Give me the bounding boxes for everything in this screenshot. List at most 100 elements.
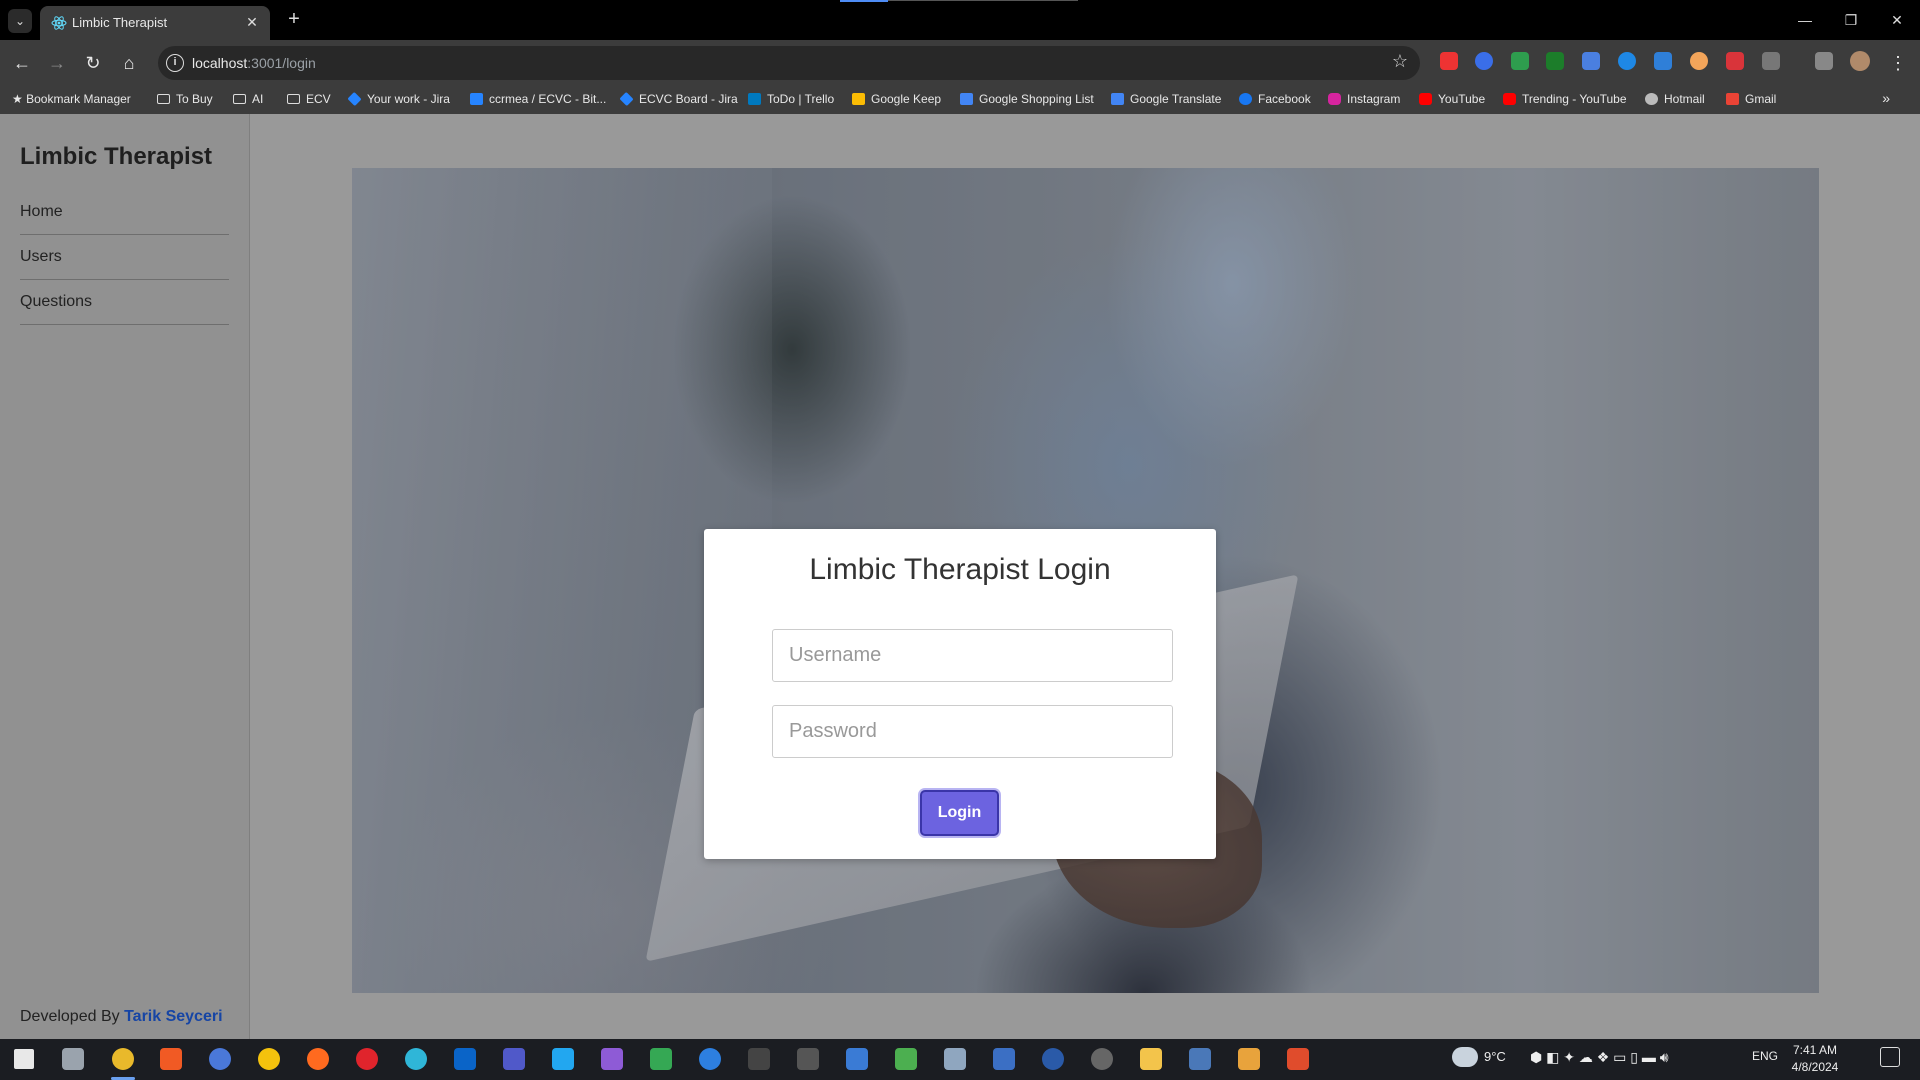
new-tab-button[interactable]: +: [282, 8, 306, 32]
tab-search-button[interactable]: ⌄: [8, 9, 32, 33]
clock-date: 4/8/2024: [1791, 1060, 1839, 1074]
bookmark-bitbucket[interactable]: ccrmea / ECVC - Bit...: [470, 92, 606, 106]
back-arrow-icon[interactable]: ←: [8, 49, 36, 77]
bookmark-manager[interactable]: ★ Bookmark Manager: [12, 92, 131, 106]
bitbucket-icon: [470, 93, 483, 105]
jira-icon: [347, 91, 362, 107]
chrome-beta-icon[interactable]: [209, 1048, 231, 1070]
side-panel-icon[interactable]: [1815, 52, 1833, 70]
visual-studio-icon[interactable]: [601, 1048, 623, 1070]
bookmark-folder-to-buy[interactable]: To Buy: [157, 92, 213, 106]
extension-cloud-icon[interactable]: [1654, 52, 1672, 70]
profile-avatar[interactable]: [1850, 51, 1870, 71]
sidebar-item-users[interactable]: Users: [20, 235, 229, 280]
teams-icon[interactable]: [503, 1048, 525, 1070]
folder-icon: [287, 94, 300, 104]
close-window-button[interactable]: ✕: [1882, 8, 1912, 32]
opera-icon[interactable]: [356, 1048, 378, 1070]
sql-server-icon[interactable]: [993, 1048, 1015, 1070]
extension-green-icon[interactable]: [1511, 52, 1529, 70]
outlook-icon[interactable]: [454, 1048, 476, 1070]
bookmark-hotmail[interactable]: Hotmail: [1645, 92, 1705, 106]
tray-icons[interactable]: ⬢ ◧ ✦ ☁ ❖ ▭ ▯ ▬ 🔊︎: [1530, 1049, 1669, 1066]
restore-button[interactable]: ❐: [1836, 8, 1866, 32]
translate-icon: [1111, 93, 1124, 105]
browser-tab-active[interactable]: Limbic Therapist ✕: [40, 6, 270, 40]
folder-app-icon[interactable]: [1238, 1048, 1260, 1070]
extension-bw-icon[interactable]: [1546, 52, 1564, 70]
chart-app-icon[interactable]: [650, 1048, 672, 1070]
login-button[interactable]: Login: [920, 790, 999, 836]
device-manager-icon[interactable]: [944, 1048, 966, 1070]
git-icon[interactable]: [1287, 1048, 1309, 1070]
bookmarks-overflow-icon[interactable]: »: [1882, 90, 1890, 106]
word-icon[interactable]: [1042, 1048, 1064, 1070]
bookmark-trello[interactable]: ToDo | Trello: [748, 92, 834, 106]
obs-icon[interactable]: [1091, 1048, 1113, 1070]
extensions-puzzle-icon[interactable]: [1762, 52, 1780, 70]
terminal-icon[interactable]: [748, 1048, 770, 1070]
file-explorer-icon[interactable]: [1140, 1048, 1162, 1070]
notifications-icon[interactable]: [1880, 1047, 1900, 1067]
task-view-icon[interactable]: [62, 1048, 84, 1070]
brand-title: Limbic Therapist: [20, 143, 213, 170]
remote-desktop-icon[interactable]: [895, 1048, 917, 1070]
bookmark-ecvc-board-jira[interactable]: ECVC Board - Jira: [619, 91, 738, 107]
bookmark-star-icon[interactable]: ☆: [1392, 51, 1408, 72]
bookmark-folder-ai[interactable]: AI: [233, 92, 263, 106]
footer-author-link[interactable]: Tarik Seyceri: [124, 1008, 222, 1025]
taskbar-clock[interactable]: 7:41 AM 4/8/2024: [1785, 1042, 1845, 1076]
extension-orange-icon[interactable]: [1690, 52, 1708, 70]
terminal-2-icon[interactable]: [797, 1048, 819, 1070]
keep-icon: [852, 93, 865, 105]
edge-icon[interactable]: [405, 1048, 427, 1070]
extension-blue-icon[interactable]: [1475, 52, 1493, 70]
forward-arrow-icon[interactable]: →: [43, 49, 71, 77]
address-bar[interactable]: i localhost:3001/login ☆: [158, 46, 1420, 80]
login-card: Limbic Therapist Login Login: [704, 529, 1216, 859]
bookmark-instagram[interactable]: Instagram: [1328, 92, 1400, 106]
bookmark-google-keep[interactable]: Google Keep: [852, 92, 941, 106]
extension-sync-icon[interactable]: [1618, 52, 1636, 70]
chrome-icon[interactable]: [112, 1048, 134, 1070]
react-icon: [51, 16, 67, 30]
bookmark-gmail[interactable]: Gmail: [1726, 92, 1776, 106]
brave-icon[interactable]: [160, 1048, 182, 1070]
bookmark-google-translate[interactable]: Google Translate: [1111, 92, 1221, 106]
url-host: localhost: [192, 55, 248, 71]
chrome-canary-icon[interactable]: [258, 1048, 280, 1070]
extension-audio-icon[interactable]: [1582, 52, 1600, 70]
site-info-icon[interactable]: i: [166, 54, 184, 72]
maps-icon[interactable]: [699, 1048, 721, 1070]
username-input[interactable]: [772, 629, 1173, 682]
extension-gift-icon[interactable]: [1726, 52, 1744, 70]
bookmark-facebook[interactable]: Facebook: [1239, 92, 1311, 106]
gmail-icon: [1726, 93, 1739, 105]
star-icon: ★: [12, 92, 27, 106]
network-tool-icon[interactable]: [846, 1048, 868, 1070]
tab-close-icon[interactable]: ✕: [242, 12, 262, 32]
footer-credit: Developed By Tarik Seyceri: [20, 1008, 223, 1026]
reload-icon[interactable]: ↻: [79, 49, 107, 77]
sidebar-item-home[interactable]: Home: [20, 190, 229, 235]
postgres-icon[interactable]: [1189, 1048, 1211, 1070]
language-indicator[interactable]: ENG: [1752, 1049, 1778, 1063]
password-input[interactable]: [772, 705, 1173, 758]
extension-red-icon[interactable]: [1440, 52, 1458, 70]
home-icon[interactable]: ⌂: [115, 49, 143, 77]
firefox-icon[interactable]: [307, 1048, 329, 1070]
bookmark-your-work-jira[interactable]: Your work - Jira: [347, 91, 450, 107]
windows-start-icon[interactable]: [14, 1049, 34, 1069]
tab-strip-divider: [888, 0, 1078, 1]
bookmark-trending-youtube[interactable]: Trending - YouTube: [1503, 92, 1627, 106]
minimize-button[interactable]: —: [1790, 8, 1820, 32]
weather-temperature[interactable]: 9°C: [1484, 1049, 1506, 1064]
bookmark-folder-ecv[interactable]: ECV: [287, 92, 331, 106]
weather-cloud-icon[interactable]: [1452, 1047, 1478, 1067]
bookmark-youtube[interactable]: YouTube: [1419, 92, 1485, 106]
folder-icon: [233, 94, 246, 104]
bookmark-google-shopping-list[interactable]: Google Shopping List: [960, 92, 1094, 106]
sidebar-item-questions[interactable]: Questions: [20, 280, 229, 325]
vscode-icon[interactable]: [552, 1048, 574, 1070]
browser-menu-icon[interactable]: ⋮: [1884, 49, 1912, 77]
